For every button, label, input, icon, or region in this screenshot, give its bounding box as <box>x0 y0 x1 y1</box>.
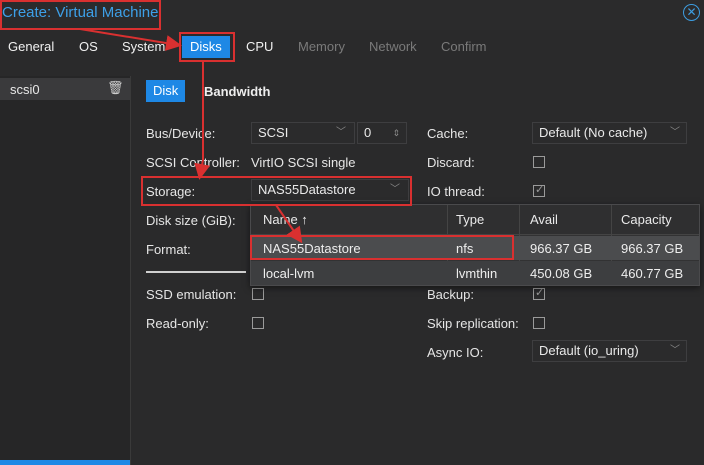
arrow-disks-to-storage <box>194 62 211 180</box>
arrow-storage-to-row <box>275 204 303 244</box>
arrow-title-to-disks <box>79 28 182 51</box>
annotation-arrows <box>79 28 303 244</box>
